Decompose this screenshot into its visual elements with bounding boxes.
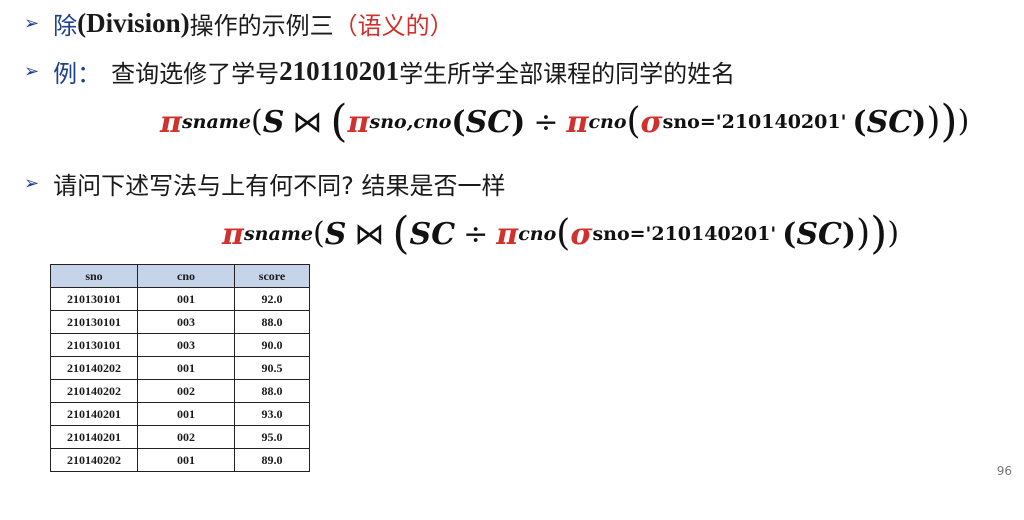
formula-join-op: ⋈: [354, 216, 385, 252]
table-row: 210140202 001 90.5: [50, 356, 310, 380]
formula-pi: π: [222, 216, 244, 252]
cell-sno: 210140201: [50, 402, 138, 426]
formula-sigma: σ: [640, 104, 663, 140]
cell-cno: 002: [137, 425, 235, 449]
cell-score: 92.0: [234, 287, 310, 311]
formula-sub: cno: [588, 111, 627, 133]
table-row: 210140202 002 88.0: [50, 379, 310, 403]
bullet-question: ➢ 请问下述写法与上有何不同? 结果是否一样: [24, 166, 505, 201]
bullet-title: ➢ 除 (Division) 操作的示例三 （语义的）: [24, 6, 454, 41]
formula-sub: sname: [181, 111, 251, 133]
title-rest: 操作的示例三: [189, 12, 334, 40]
table-row: 210130101 003 88.0: [50, 310, 310, 334]
formula-sigma: σ: [570, 216, 593, 252]
cell-sno: 210140202: [50, 379, 138, 403]
title-division: (Division): [77, 8, 190, 38]
cell-score: 88.0: [234, 310, 310, 334]
formula-sub: cno: [518, 223, 557, 245]
formula-relation: S: [262, 104, 285, 140]
table-row: 210130101 003 90.0: [50, 333, 310, 357]
column-header-score: score: [234, 264, 310, 288]
cell-cno: 001: [137, 402, 235, 426]
formula-sub: sname: [243, 223, 313, 245]
formula-relation: SC: [866, 104, 913, 140]
formula-join-op: ⋈: [292, 104, 323, 140]
cell-score: 93.0: [234, 402, 310, 426]
column-header-sno: sno: [50, 264, 138, 288]
formula-original: π sname ( S ⋈ ( π sno,cno (SC) ÷ π cno ( σs…: [160, 96, 970, 147]
example-text-b: 学生所学全部课程的同学的姓名: [399, 60, 736, 88]
table-row: 210140202 001 89.0: [50, 448, 310, 472]
formula-pi: π: [160, 104, 182, 140]
column-header-cno: cno: [137, 264, 235, 288]
formula-relation: SC: [796, 216, 842, 252]
formula-divide-op: ÷: [533, 104, 559, 140]
example-label: 例：: [53, 60, 102, 88]
cell-score: 89.0: [234, 448, 310, 472]
formula-pi: π: [496, 216, 519, 252]
cell-cno: 001: [137, 356, 235, 380]
arrow-bullet-icon: ➢: [24, 13, 40, 34]
bullet-example: ➢ 例： 查询选修了学号 210110201 学生所学全部课程的同学的姓名: [24, 54, 735, 89]
page-number: 96: [996, 464, 1012, 478]
formula-divide-op: ÷: [463, 216, 489, 252]
formula-pi: π: [347, 104, 370, 140]
cell-score: 90.0: [234, 333, 310, 357]
formula-relation: S: [324, 216, 347, 252]
table-row: 210140201 001 93.0: [50, 402, 310, 426]
cell-cno: 001: [137, 287, 235, 311]
question-text: 请问下述写法与上有何不同? 结果是否一样: [53, 172, 506, 200]
cell-sno: 210130101: [50, 333, 138, 357]
cell-sno: 210140202: [50, 448, 138, 472]
formula-pi: π: [566, 104, 589, 140]
cell-score: 95.0: [234, 425, 310, 449]
example-text-a: 查询选修了学号: [111, 60, 280, 88]
formula-sub: sno='210140201': [592, 223, 777, 245]
cell-cno: 001: [137, 448, 235, 472]
sc-table: sno cno score 210130101 001 92.0 210130101…: [50, 264, 310, 472]
arrow-bullet-icon: ➢: [24, 61, 40, 82]
arrow-bullet-icon: ➢: [24, 173, 40, 194]
formula-sub: sno,cno: [369, 111, 452, 133]
cell-cno: 003: [137, 310, 235, 334]
table-row: 210140201 002 95.0: [50, 425, 310, 449]
cell-sno: 210130101: [50, 310, 138, 334]
cell-sno: 210130101: [50, 287, 138, 311]
cell-cno: 003: [137, 333, 235, 357]
cell-sno: 210140202: [50, 356, 138, 380]
formula-alternative: π sname ( S ⋈ ( SC ÷ π cno ( σ sno='2101402…: [222, 208, 900, 259]
example-student-id: 210110201: [279, 56, 400, 86]
cell-sno: 210140201: [50, 425, 138, 449]
formula-relation: SC: [465, 104, 512, 140]
title-note: （语义的）: [333, 12, 454, 40]
title-prefix: 除: [53, 12, 78, 40]
formula-relation: SC: [409, 216, 456, 252]
formula-sub: sno='210140201': [662, 111, 847, 133]
cell-cno: 002: [137, 379, 235, 403]
cell-score: 88.0: [234, 379, 310, 403]
table-row: 210130101 001 92.0: [50, 287, 310, 311]
table-header-row: sno cno score: [50, 264, 310, 288]
cell-score: 90.5: [234, 356, 310, 380]
